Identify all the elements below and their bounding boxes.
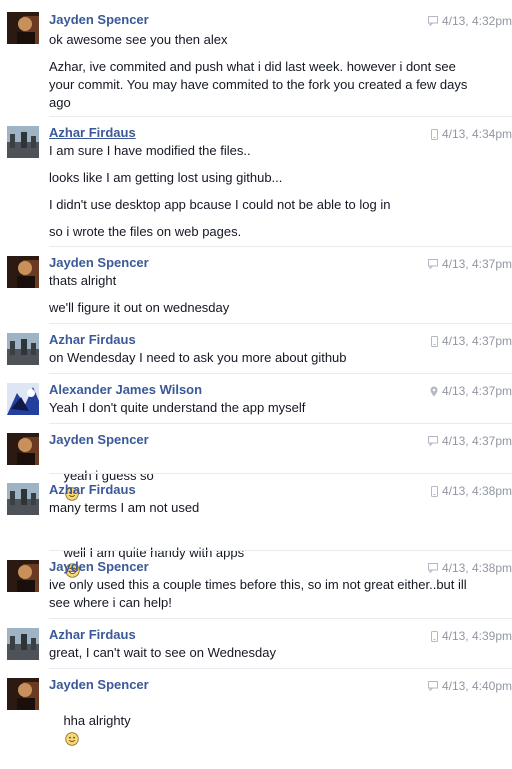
message-meta: 4/13, 4:39pm: [430, 628, 512, 644]
avatar[interactable]: [7, 12, 39, 44]
message-text: so i wrote the files on web pages.: [49, 224, 242, 239]
message-text: well I am quite handy with apps: [63, 545, 245, 560]
chat-icon: [427, 563, 438, 573]
chat-icon: [427, 259, 438, 269]
timestamp: 4/13, 4:37pm: [441, 384, 512, 398]
timestamp: 4/13, 4:38pm: [441, 484, 512, 498]
sender-name[interactable]: Jayden Spencer: [49, 432, 149, 448]
timestamp: 4/13, 4:37pm: [441, 257, 512, 271]
mobile-icon: [430, 630, 438, 642]
timestamp: 4/13, 4:37pm: [441, 334, 512, 348]
divider: [49, 550, 512, 551]
message-meta: 4/13, 4:37pm: [427, 256, 512, 272]
timestamp: 4/13, 4:40pm: [441, 679, 512, 693]
mobile-icon: [430, 485, 438, 497]
sender-name[interactable]: Azhar Firdaus: [49, 332, 136, 348]
divider: [49, 323, 512, 324]
message-text: on Wendesday I need to ask you more abou…: [49, 350, 347, 365]
timestamp: 4/13, 4:39pm: [441, 629, 512, 643]
chat-icon: [427, 16, 438, 26]
mobile-icon: [430, 335, 438, 347]
location-icon: [430, 386, 438, 397]
timestamp: 4/13, 4:34pm: [441, 127, 512, 141]
avatar[interactable]: [7, 433, 39, 465]
timestamp: 4/13, 4:38pm: [441, 561, 512, 575]
smile-emoji-icon: [65, 732, 80, 751]
avatar[interactable]: [7, 333, 39, 365]
sender-name[interactable]: Azhar Firdaus: [49, 125, 136, 141]
sender-name[interactable]: Jayden Spencer: [49, 677, 149, 693]
avatar[interactable]: [7, 483, 39, 515]
message-meta: 4/13, 4:32pm: [427, 13, 512, 29]
message-text: I didn't use desktop app bcause I could …: [49, 197, 391, 212]
avatar[interactable]: [7, 383, 39, 415]
divider: [49, 423, 512, 424]
message-text: ok awesome see you then alex: [49, 32, 228, 47]
avatar[interactable]: [7, 256, 39, 288]
avatar[interactable]: [7, 560, 39, 592]
message-meta: 4/13, 4:38pm: [430, 483, 512, 499]
sender-name[interactable]: Jayden Spencer: [49, 12, 149, 28]
timestamp: 4/13, 4:37pm: [441, 434, 512, 448]
message-text: we'll figure it out on wednesday: [49, 300, 230, 315]
avatar[interactable]: [7, 628, 39, 660]
chat-icon: [427, 681, 438, 691]
message-meta: 4/13, 4:37pm: [427, 433, 512, 449]
message-text: ive only used this a couple times before…: [49, 577, 471, 610]
message-text: thats alright: [49, 273, 117, 288]
message-text-row: hha alrighty: [49, 694, 469, 769]
message-meta: 4/13, 4:37pm: [430, 383, 512, 399]
divider: [49, 668, 512, 669]
message-meta: 4/13, 4:34pm: [430, 126, 512, 142]
message-text: many terms I am not used: [49, 500, 200, 515]
divider: [49, 618, 512, 619]
message-text: yeah i guess so: [63, 468, 154, 483]
divider: [49, 473, 512, 474]
sender-name[interactable]: Azhar Firdaus: [49, 482, 136, 498]
timestamp: 4/13, 4:32pm: [441, 14, 512, 28]
message-text: I am sure I have modified the files..: [49, 143, 251, 158]
sender-name[interactable]: Jayden Spencer: [49, 559, 149, 575]
message-text: looks like I am getting lost using githu…: [49, 170, 283, 185]
sender-name[interactable]: Azhar Firdaus: [49, 627, 136, 643]
sender-name[interactable]: Jayden Spencer: [49, 255, 149, 271]
avatar[interactable]: [7, 678, 39, 710]
divider: [49, 373, 512, 374]
message-meta: 4/13, 4:38pm: [427, 560, 512, 576]
divider: [49, 246, 512, 247]
message-text: Yeah I don't quite understand the app my…: [49, 400, 306, 415]
avatar[interactable]: [7, 126, 39, 158]
message-meta: 4/13, 4:40pm: [427, 678, 512, 694]
message-meta: 4/13, 4:37pm: [430, 333, 512, 349]
chat-icon: [427, 436, 438, 446]
mobile-icon: [430, 128, 438, 140]
sender-name[interactable]: Alexander James Wilson: [49, 382, 202, 398]
message-text: hha alrighty: [63, 713, 131, 728]
divider: [49, 116, 512, 117]
message-text: great, I can't wait to see on Wednesday: [49, 645, 276, 660]
message-text: Azhar, ive commited and push what i did …: [49, 59, 471, 110]
